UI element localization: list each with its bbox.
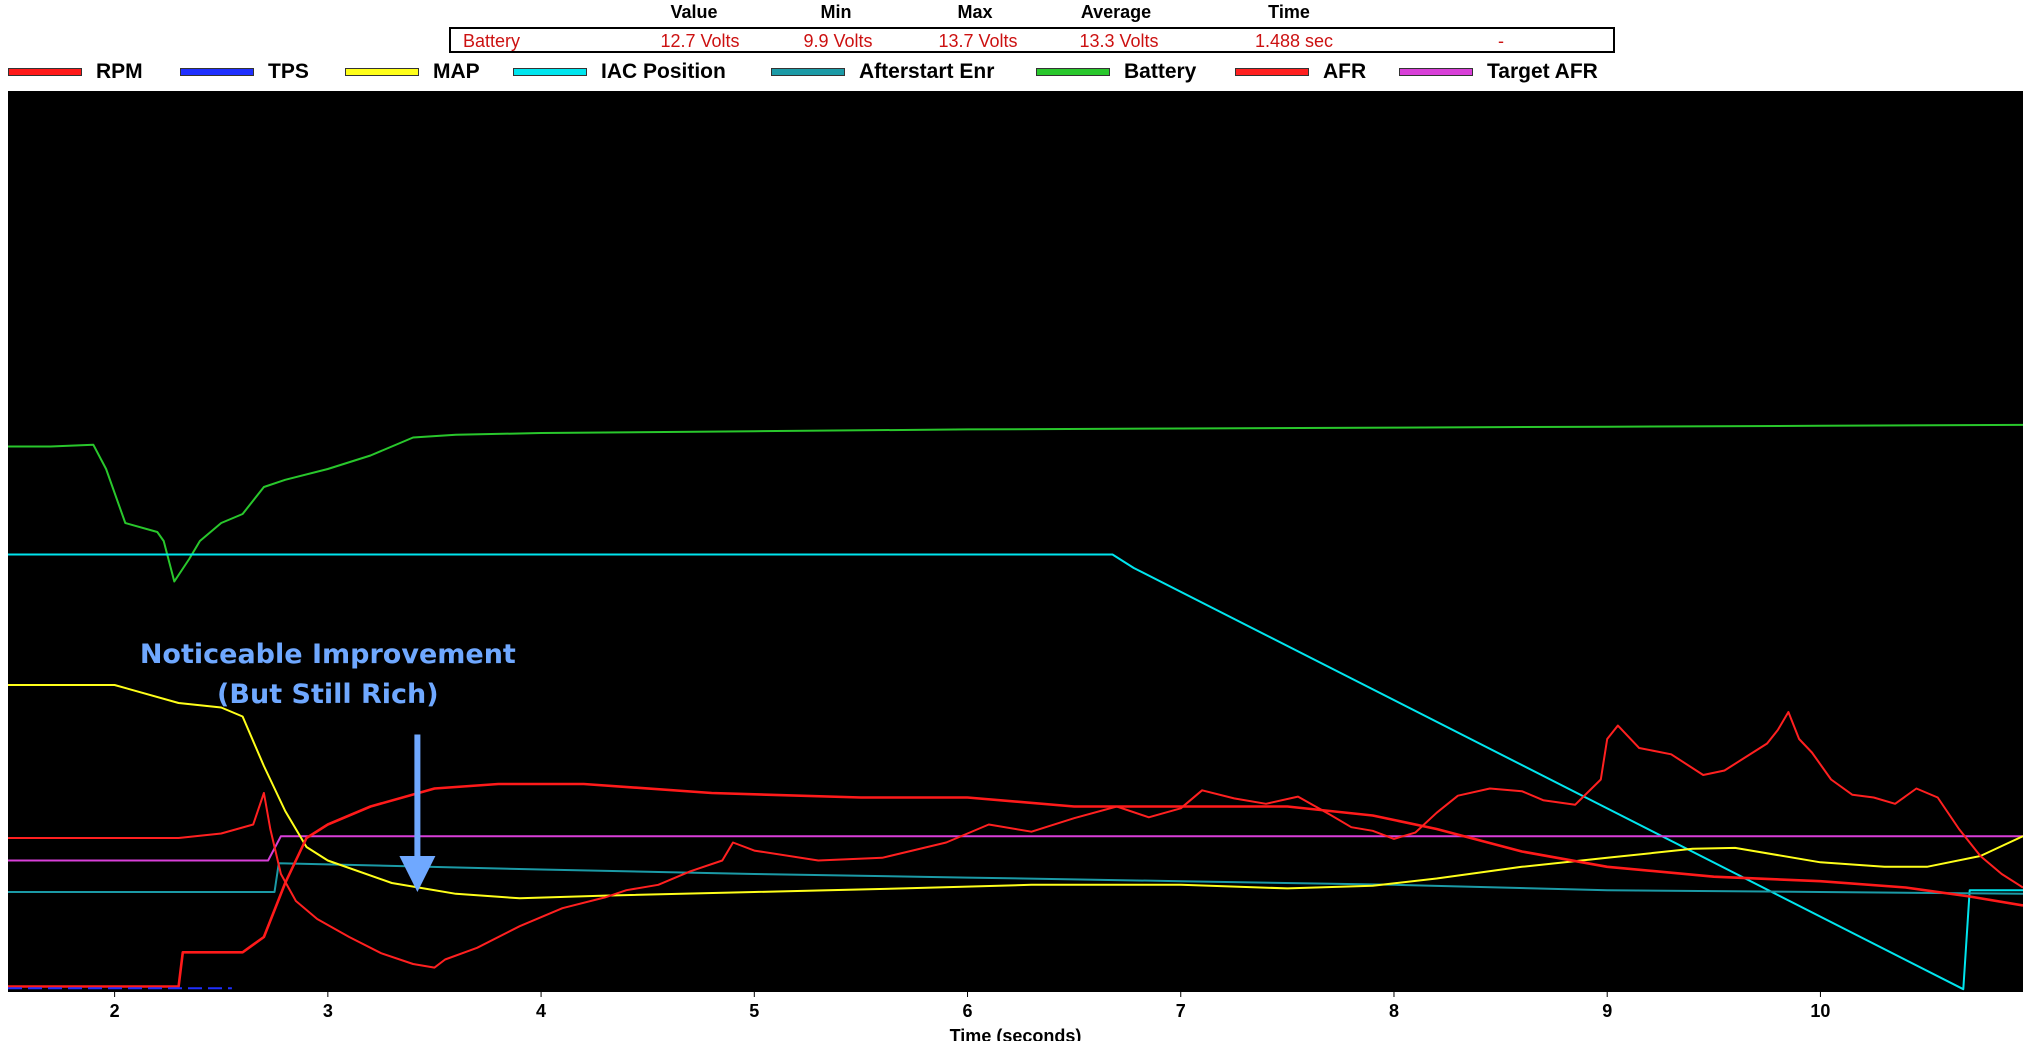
col-header-time: Time [1268, 2, 1310, 22]
x-tick-label: 7 [1176, 1001, 1186, 1021]
chart-legend: RPM TPS MAP IAC Position Afterstart Enr … [0, 57, 2023, 87]
annotation-line-1: Noticeable Improvement [140, 639, 516, 670]
legend-label-battery: Battery [1124, 60, 1197, 83]
stat-value: 12.7 Volts [660, 31, 740, 51]
legend-swatch-map [345, 68, 419, 76]
legend-item-tps[interactable]: TPS [180, 57, 309, 87]
legend-swatch-target-afr [1399, 68, 1473, 76]
legend-label-map: MAP [433, 60, 480, 83]
col-header-value: Value [670, 2, 718, 22]
stat-average: 13.3 Volts [1079, 31, 1159, 51]
x-axis: 2 3 4 5 6 7 8 9 10 [8, 991, 2023, 1021]
x-tick-label: 4 [536, 1001, 546, 1021]
legend-item-iac-position[interactable]: IAC Position [513, 57, 726, 87]
stat-extra: - [1498, 31, 1504, 51]
legend-item-rpm[interactable]: RPM [8, 57, 143, 87]
x-tick-label: 2 [110, 1001, 120, 1021]
legend-item-map[interactable]: MAP [345, 57, 480, 87]
legend-swatch-rpm [8, 68, 82, 76]
x-tick-label: 5 [749, 1001, 759, 1021]
x-tick-label: 8 [1389, 1001, 1399, 1021]
legend-swatch-afterstart-enr [771, 68, 845, 76]
col-header-max: Max [957, 2, 993, 22]
stat-channel: Battery [463, 31, 521, 51]
col-header-min: Min [820, 2, 852, 22]
col-header-average: Average [1080, 2, 1152, 22]
x-tick-label: 9 [1602, 1001, 1612, 1021]
legend-swatch-iac-position [513, 68, 587, 76]
legend-label-tps: TPS [268, 60, 309, 83]
x-axis-label: Time (seconds) [950, 1026, 1082, 1041]
stat-max: 13.7 Volts [938, 31, 1018, 51]
stats-box: Battery 12.7 Volts 9.9 Volts 13.7 Volts … [449, 27, 1615, 53]
legend-swatch-battery [1036, 68, 1110, 76]
x-tick-label: 3 [323, 1001, 333, 1021]
legend-item-afr[interactable]: AFR [1235, 57, 1366, 87]
legend-label-target-afr: Target AFR [1487, 60, 1598, 83]
legend-item-battery[interactable]: Battery [1036, 57, 1196, 87]
stat-time: 1.488 sec [1254, 31, 1334, 51]
stat-min: 9.9 Volts [803, 31, 873, 51]
legend-label-afterstart-enr: Afterstart Enr [859, 60, 995, 83]
stats-header: Value Min Max Average Time [0, 0, 2023, 26]
x-tick-label: 6 [963, 1001, 973, 1021]
legend-swatch-afr [1235, 68, 1309, 76]
legend-swatch-tps [180, 68, 254, 76]
annotation-line-2: (But Still Rich) [217, 679, 439, 710]
legend-label-rpm: RPM [96, 60, 143, 83]
chart-area[interactable]: 2 3 4 5 6 7 8 9 10 Noticeable Improvement (But S… [0, 91, 2023, 1041]
legend-label-afr: AFR [1323, 60, 1367, 83]
x-tick-label: 10 [1810, 1001, 1830, 1021]
legend-item-target-afr[interactable]: Target AFR [1399, 57, 1598, 87]
plot-background [8, 91, 2023, 991]
legend-label-iac-position: IAC Position [601, 60, 726, 83]
legend-item-afterstart-enr[interactable]: Afterstart Enr [771, 57, 994, 87]
